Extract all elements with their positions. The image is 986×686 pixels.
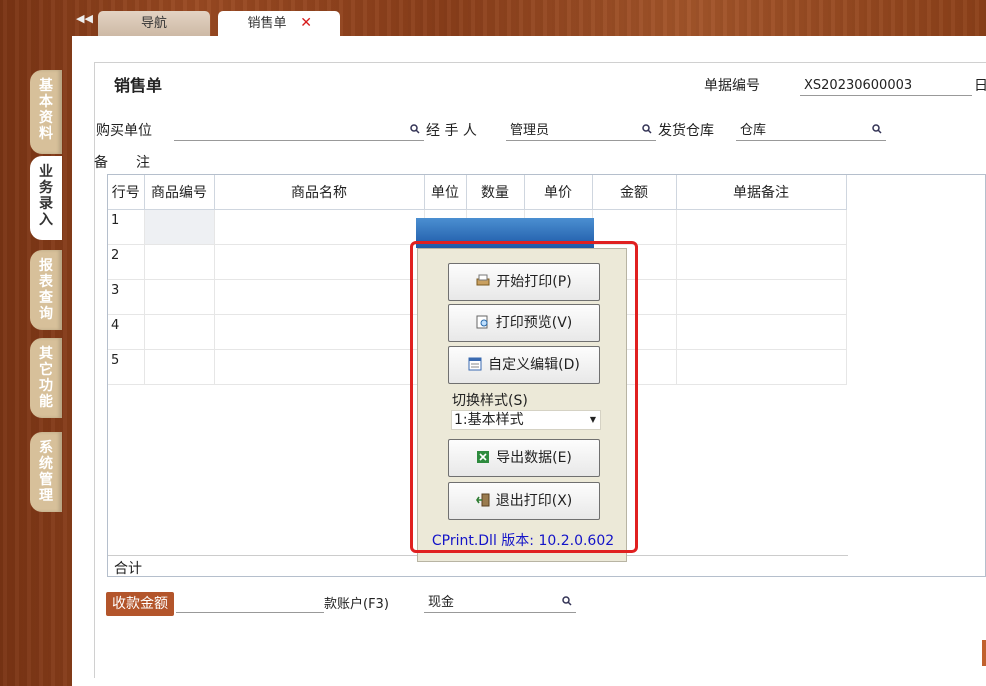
row-number: 1: [108, 209, 145, 245]
cell[interactable]: [214, 314, 425, 350]
cell[interactable]: [214, 279, 425, 315]
grid-header-row: 行号 商品编号 商品名称 单位 数量 单价 金额 单据备注: [108, 175, 847, 210]
row-number: 3: [108, 279, 145, 315]
account-field[interactable]: 现金: [424, 593, 576, 613]
sidebar-item-label: 业务录入: [39, 164, 53, 228]
style-value: 1:基本样式: [454, 412, 524, 428]
cell[interactable]: [676, 244, 847, 280]
search-icon[interactable]: [562, 596, 572, 606]
account-label: 款账户(F3): [324, 597, 389, 612]
warehouse-field[interactable]: 仓库: [736, 121, 886, 141]
col-header[interactable]: 单位: [424, 175, 467, 210]
tab-navigation[interactable]: 导航: [98, 11, 210, 36]
col-header[interactable]: 单价: [524, 175, 593, 210]
cell[interactable]: [676, 279, 847, 315]
buyer-label: 购买单位: [96, 123, 152, 139]
print-preview-label: 打印预览(V): [495, 315, 573, 331]
sidebar-item-reports[interactable]: 报表查询: [30, 250, 62, 330]
search-icon[interactable]: [642, 124, 652, 134]
collapse-arrows-icon[interactable]: ◀◀: [76, 12, 93, 25]
date-label: 日: [974, 78, 986, 94]
exit-print-label: 退出打印(X): [495, 493, 573, 509]
exit-print-button[interactable]: 退出打印(X): [448, 482, 600, 520]
tab-bar: ◀◀ 导航 销售单 ✕: [0, 0, 986, 36]
cell[interactable]: [144, 279, 215, 315]
col-header[interactable]: 金额: [592, 175, 677, 210]
sum-label: 合计: [114, 561, 142, 577]
cell[interactable]: [676, 314, 847, 350]
style-select[interactable]: 1:基本样式 ▼: [451, 410, 601, 430]
start-print-button[interactable]: 开始打印(P): [448, 263, 600, 301]
col-header[interactable]: 单据备注: [676, 175, 847, 210]
sidebar-item-other[interactable]: 其它功能: [30, 338, 62, 418]
page-title: 销售单: [114, 76, 163, 95]
sidebar-item-system[interactable]: 系统管理: [30, 432, 62, 512]
col-header[interactable]: 商品名称: [214, 175, 425, 210]
warehouse-label: 发货仓库: [658, 123, 714, 139]
exit-door-icon: [475, 493, 490, 507]
receipt-amount-field[interactable]: [176, 593, 324, 613]
sidebar-item-label: 系统管理: [39, 440, 53, 504]
handler-field[interactable]: 管理员: [506, 121, 656, 141]
chevron-down-icon[interactable]: ▼: [590, 411, 596, 429]
cell[interactable]: [214, 209, 425, 245]
col-header[interactable]: 行号: [108, 175, 145, 210]
doc-no-label: 单据编号: [704, 78, 760, 94]
sidebar-item-label: 报表查询: [39, 258, 53, 322]
cell[interactable]: [144, 314, 215, 350]
print-dialog: 开始打印(P) 打印预览(V) 自定义编辑(D) 切换样式(S) 1:基本样式 …: [417, 248, 627, 562]
sidebar-item-label: 基本资料: [39, 78, 53, 142]
buyer-field[interactable]: [174, 121, 424, 141]
start-print-label: 开始打印(P): [496, 274, 572, 290]
version-text: CPrint.Dll 版本: 10.2.0.602: [431, 533, 615, 549]
row-number: 2: [108, 244, 145, 280]
tab-sales-order[interactable]: 销售单 ✕: [218, 11, 340, 36]
cell[interactable]: [592, 209, 677, 245]
handler-label: 经 手 人: [426, 123, 477, 139]
cell[interactable]: [144, 349, 215, 385]
col-header[interactable]: 数量: [466, 175, 525, 210]
cell[interactable]: [144, 209, 215, 245]
tab-sales-order-label: 销售单: [247, 16, 287, 31]
sidebar-item-basic-data[interactable]: 基本资料: [30, 70, 62, 154]
corner-button[interactable]: [982, 640, 986, 666]
cell[interactable]: [676, 349, 847, 385]
edit-document-icon: [468, 357, 482, 371]
sidebar-item-business-entry[interactable]: 业务录入: [30, 156, 62, 240]
preview-icon: [476, 315, 488, 329]
account-value: 现金: [428, 595, 455, 610]
search-icon[interactable]: [410, 124, 420, 134]
print-preview-button[interactable]: 打印预览(V): [448, 304, 600, 342]
row-number: 4: [108, 314, 145, 350]
search-icon[interactable]: [872, 124, 882, 134]
cell[interactable]: [214, 349, 425, 385]
excel-icon: [477, 451, 490, 463]
printer-icon: [476, 274, 490, 286]
warehouse-value: 仓库: [740, 123, 767, 138]
close-icon[interactable]: ✕: [300, 11, 312, 36]
custom-edit-label: 自定义编辑(D): [488, 357, 580, 373]
tab-navigation-label: 导航: [140, 16, 167, 31]
receipt-amount-button[interactable]: 收款金额: [106, 592, 174, 616]
col-header[interactable]: 商品编号: [144, 175, 215, 210]
cell[interactable]: [214, 244, 425, 280]
sidebar-item-label: 其它功能: [39, 346, 53, 410]
row-number: 5: [108, 349, 145, 385]
handler-value: 管理员: [510, 123, 550, 138]
banner-image: [416, 218, 594, 248]
note-label: 备 注: [94, 155, 150, 171]
doc-no-field[interactable]: XS20230600003: [800, 76, 972, 96]
cell[interactable]: [676, 209, 847, 245]
cell[interactable]: [144, 244, 215, 280]
export-data-button[interactable]: 导出数据(E): [448, 439, 600, 477]
custom-edit-button[interactable]: 自定义编辑(D): [448, 346, 600, 384]
export-data-label: 导出数据(E): [496, 450, 572, 466]
style-label: 切换样式(S): [452, 393, 528, 409]
